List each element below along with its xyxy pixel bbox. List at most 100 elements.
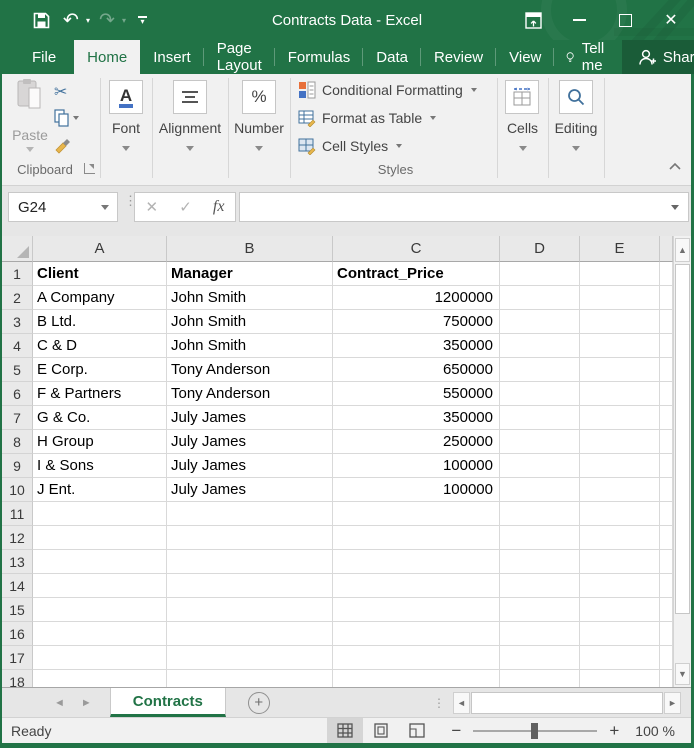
cell-D13[interactable] bbox=[500, 550, 580, 574]
cell-A8[interactable]: H Group bbox=[33, 430, 167, 454]
vertical-scrollbar[interactable]: ▲ ▼ bbox=[673, 236, 691, 687]
horizontal-scrollbar-thumb[interactable] bbox=[471, 692, 663, 714]
cell-D8[interactable] bbox=[500, 430, 580, 454]
cell-E15[interactable] bbox=[580, 598, 660, 622]
cell-D18[interactable] bbox=[500, 670, 580, 687]
cell-D3[interactable] bbox=[500, 310, 580, 334]
row-header-6[interactable]: 6 bbox=[2, 382, 33, 406]
ribbon-display-options-icon[interactable] bbox=[510, 0, 556, 40]
cells-group[interactable]: Cells bbox=[497, 74, 548, 180]
page-layout-view-icon[interactable] bbox=[363, 718, 399, 743]
cell-C2[interactable]: 1200000 bbox=[333, 286, 500, 310]
vertical-scrollbar-thumb[interactable] bbox=[675, 264, 690, 614]
paste-button[interactable]: Paste bbox=[8, 78, 52, 152]
share-button[interactable]: Share bbox=[622, 40, 694, 74]
column-header-C[interactable]: C bbox=[333, 236, 500, 262]
cell-B17[interactable] bbox=[167, 646, 333, 670]
cancel-icon[interactable]: ✕ bbox=[146, 198, 159, 216]
cell-C7[interactable]: 350000 bbox=[333, 406, 500, 430]
cell-A4[interactable]: C & D bbox=[33, 334, 167, 358]
cell-A9[interactable]: I & Sons bbox=[33, 454, 167, 478]
row-header-11[interactable]: 11 bbox=[2, 502, 33, 526]
scroll-down-icon[interactable]: ▼ bbox=[675, 663, 690, 685]
cell-A17[interactable] bbox=[33, 646, 167, 670]
name-box[interactable]: G24 bbox=[8, 192, 118, 222]
column-header-A[interactable]: A bbox=[33, 236, 167, 262]
insert-function-icon[interactable]: fx bbox=[213, 198, 225, 216]
row-header-13[interactable]: 13 bbox=[2, 550, 33, 574]
cell-A7[interactable]: G & Co. bbox=[33, 406, 167, 430]
scroll-up-icon[interactable]: ▲ bbox=[675, 238, 690, 262]
save-icon[interactable] bbox=[28, 7, 54, 33]
row-header-18[interactable]: 18 bbox=[2, 670, 33, 687]
cell-E18[interactable] bbox=[580, 670, 660, 687]
zoom-slider[interactable] bbox=[473, 730, 597, 732]
row-header-9[interactable]: 9 bbox=[2, 454, 33, 478]
format-as-table-button[interactable]: Format as Table bbox=[298, 108, 477, 128]
tabbar-drag-handle[interactable]: ⋮ bbox=[433, 700, 445, 706]
close-button[interactable]: ✕ bbox=[648, 0, 694, 40]
tab-formulas[interactable]: Formulas bbox=[275, 40, 364, 74]
row-header-14[interactable]: 14 bbox=[2, 574, 33, 598]
tab-view[interactable]: View bbox=[496, 40, 554, 74]
tab-home[interactable]: Home bbox=[74, 40, 140, 74]
cell-D10[interactable] bbox=[500, 478, 580, 502]
row-header-10[interactable]: 10 bbox=[2, 478, 33, 502]
cell-E4[interactable] bbox=[580, 334, 660, 358]
sheet-tab-contracts[interactable]: Contracts bbox=[110, 688, 226, 717]
collapse-ribbon-icon[interactable] bbox=[669, 162, 681, 170]
cell-E8[interactable] bbox=[580, 430, 660, 454]
cell-B9[interactable]: July James bbox=[167, 454, 333, 478]
row-header-17[interactable]: 17 bbox=[2, 646, 33, 670]
cell-E6[interactable] bbox=[580, 382, 660, 406]
cell-D4[interactable] bbox=[500, 334, 580, 358]
cell-styles-button[interactable]: Cell Styles bbox=[298, 136, 477, 156]
cell-B14[interactable] bbox=[167, 574, 333, 598]
cell-B6[interactable]: Tony Anderson bbox=[167, 382, 333, 406]
number-group[interactable]: % Number bbox=[228, 74, 290, 180]
cell-C10[interactable]: 100000 bbox=[333, 478, 500, 502]
cell-A2[interactable]: A Company bbox=[33, 286, 167, 310]
format-painter-button[interactable] bbox=[54, 136, 79, 154]
cell-B3[interactable]: John Smith bbox=[167, 310, 333, 334]
cell-C9[interactable]: 100000 bbox=[333, 454, 500, 478]
cell-C14[interactable] bbox=[333, 574, 500, 598]
cell-D14[interactable] bbox=[500, 574, 580, 598]
cell-D17[interactable] bbox=[500, 646, 580, 670]
row-header-8[interactable]: 8 bbox=[2, 430, 33, 454]
cell-E16[interactable] bbox=[580, 622, 660, 646]
cell-C8[interactable]: 250000 bbox=[333, 430, 500, 454]
row-header-3[interactable]: 3 bbox=[2, 310, 33, 334]
customize-qat-icon[interactable]: ▾ bbox=[138, 16, 147, 24]
cell-B2[interactable]: John Smith bbox=[167, 286, 333, 310]
cell-D16[interactable] bbox=[500, 622, 580, 646]
cell-B4[interactable]: John Smith bbox=[167, 334, 333, 358]
cell-A12[interactable] bbox=[33, 526, 167, 550]
column-header-D[interactable]: D bbox=[500, 236, 580, 262]
cell-E12[interactable] bbox=[580, 526, 660, 550]
cell-D11[interactable] bbox=[500, 502, 580, 526]
normal-view-icon[interactable] bbox=[327, 718, 363, 743]
next-sheet-icon[interactable]: ► bbox=[81, 697, 92, 709]
minimize-button[interactable] bbox=[556, 0, 602, 40]
cell-B18[interactable] bbox=[167, 670, 333, 687]
cell-D9[interactable] bbox=[500, 454, 580, 478]
cell-B13[interactable] bbox=[167, 550, 333, 574]
zoom-level[interactable]: 100 % bbox=[635, 723, 675, 739]
cell-C3[interactable]: 750000 bbox=[333, 310, 500, 334]
cell-A13[interactable] bbox=[33, 550, 167, 574]
cell-E7[interactable] bbox=[580, 406, 660, 430]
cell-A18[interactable] bbox=[33, 670, 167, 687]
alignment-group[interactable]: Alignment bbox=[152, 74, 228, 180]
select-all-corner[interactable] bbox=[2, 236, 33, 262]
formula-input[interactable] bbox=[239, 192, 689, 222]
cell-B5[interactable]: Tony Anderson bbox=[167, 358, 333, 382]
scroll-left-icon[interactable]: ◄ bbox=[453, 692, 470, 714]
cell-E13[interactable] bbox=[580, 550, 660, 574]
cell-D5[interactable] bbox=[500, 358, 580, 382]
cell-D2[interactable] bbox=[500, 286, 580, 310]
cell-E14[interactable] bbox=[580, 574, 660, 598]
cell-C17[interactable] bbox=[333, 646, 500, 670]
cell-E3[interactable] bbox=[580, 310, 660, 334]
font-group[interactable]: A Font bbox=[100, 74, 152, 180]
